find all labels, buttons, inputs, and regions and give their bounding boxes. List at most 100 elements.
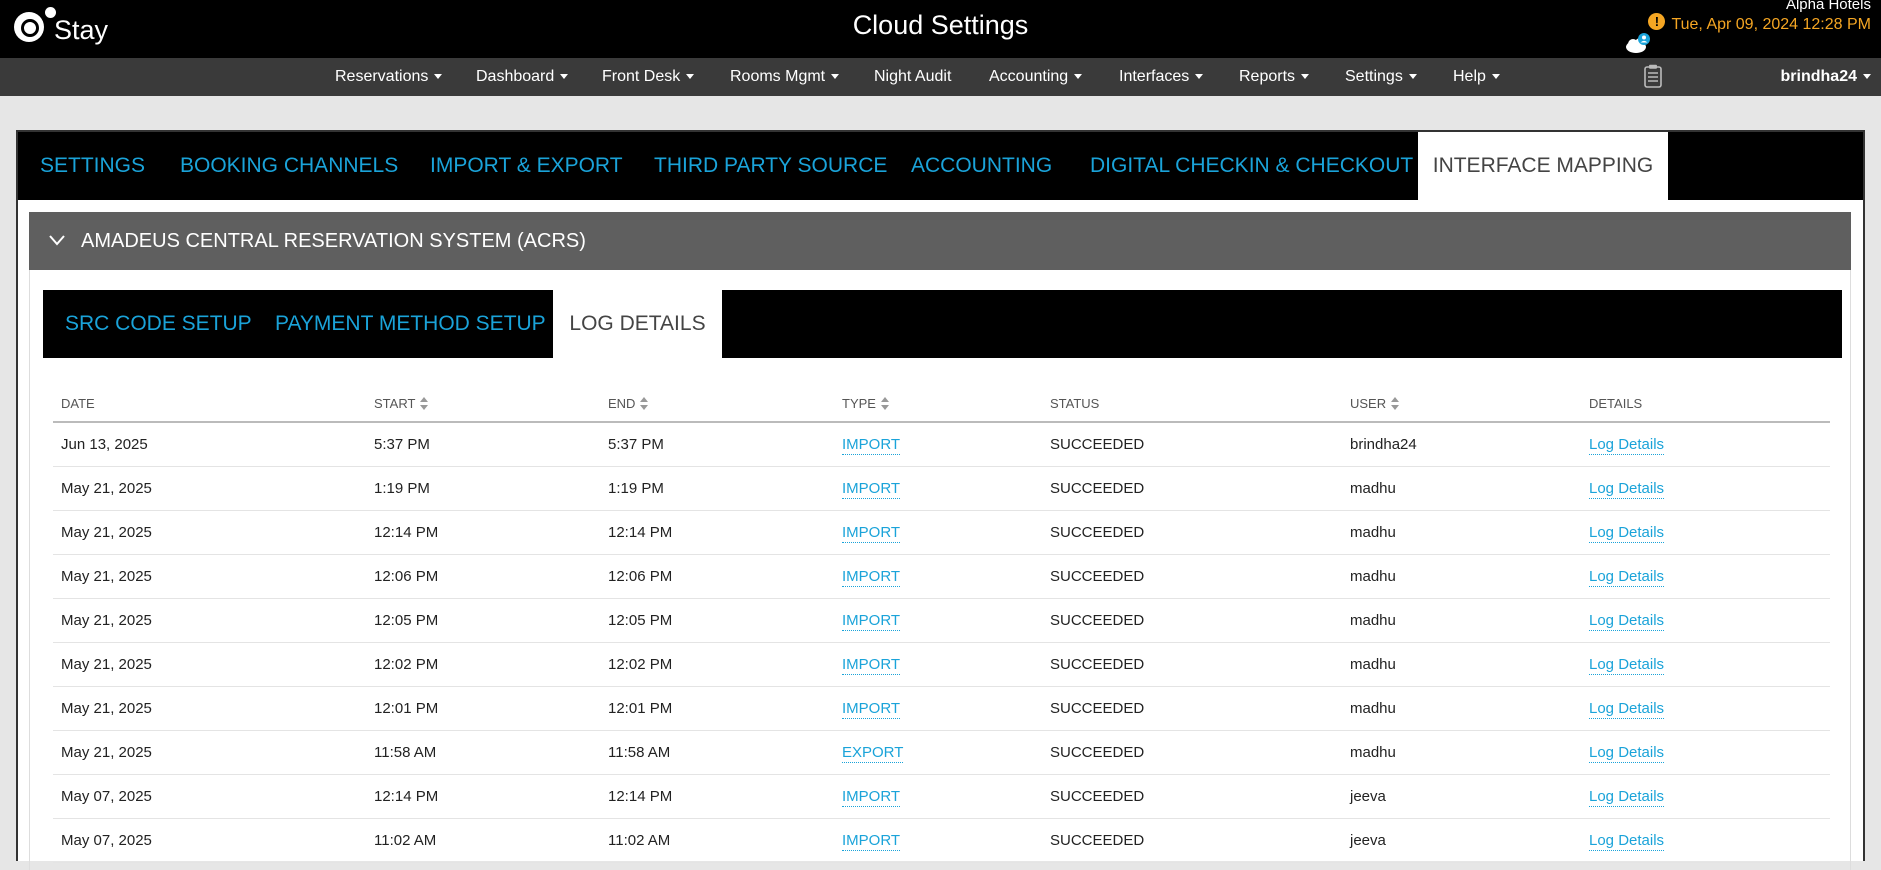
alert-icon[interactable]: !: [1648, 12, 1666, 30]
table-row: May 21, 2025 1:19 PM 1:19 PM IMPORT SUCC…: [53, 467, 1830, 511]
cell-user: madhu: [1350, 480, 1396, 497]
cell-status: SUCCEEDED: [1050, 612, 1145, 629]
nav-item-night-audit[interactable]: Night Audit: [874, 58, 951, 96]
top-bar: Stay Cloud Settings Alpha Hotels ! Tue, …: [0, 0, 1881, 58]
cell-start: 12:14 PM: [374, 524, 439, 541]
log-details-link[interactable]: Log Details: [1589, 524, 1665, 543]
type-link[interactable]: IMPORT: [842, 568, 901, 587]
type-link[interactable]: IMPORT: [842, 788, 901, 807]
cell-end: 12:02 PM: [608, 656, 673, 673]
log-details-link[interactable]: Log Details: [1589, 480, 1665, 499]
log-details-link[interactable]: Log Details: [1589, 568, 1665, 587]
cell-user: jeeva: [1350, 788, 1386, 805]
cell-start: 12:14 PM: [374, 788, 439, 805]
sort-icon: [880, 397, 889, 410]
nav-item-interfaces[interactable]: Interfaces: [1119, 58, 1204, 96]
datetime-row: ! Tue, Apr 09, 2024 12:28 PM: [1648, 12, 1871, 34]
tab-src-code-setup[interactable]: SRC CODE SETUP: [65, 290, 252, 358]
cell-status: SUCCEEDED: [1050, 788, 1145, 805]
type-link[interactable]: IMPORT: [842, 480, 901, 499]
type-link[interactable]: IMPORT: [842, 524, 901, 543]
cell-date: May 21, 2025: [61, 568, 152, 585]
caret-down-icon: [1408, 74, 1417, 80]
chevron-down-icon: [49, 235, 65, 246]
tab-interface-mapping[interactable]: INTERFACE MAPPING: [1418, 132, 1668, 200]
log-details-link[interactable]: Log Details: [1589, 656, 1665, 675]
cell-end: 12:06 PM: [608, 568, 673, 585]
cell-start: 11:02 AM: [374, 832, 437, 849]
tab-booking-channels[interactable]: BOOKING CHANNELS: [180, 132, 398, 200]
type-link[interactable]: IMPORT: [842, 832, 901, 851]
log-details-link[interactable]: Log Details: [1589, 612, 1665, 631]
cell-status: SUCCEEDED: [1050, 700, 1145, 717]
cell-start: 12:05 PM: [374, 612, 439, 629]
tab-accounting[interactable]: ACCOUNTING: [911, 132, 1052, 200]
cell-status: SUCCEEDED: [1050, 436, 1145, 453]
table-row: May 21, 2025 12:05 PM 12:05 PM IMPORT SU…: [53, 599, 1830, 643]
cell-end: 12:14 PM: [608, 788, 673, 805]
table-row: May 21, 2025 12:02 PM 12:02 PM IMPORT SU…: [53, 643, 1830, 687]
cell-status: SUCCEEDED: [1050, 568, 1145, 585]
nav-item-settings[interactable]: Settings: [1345, 58, 1417, 96]
cell-end: 12:14 PM: [608, 524, 673, 541]
log-details-link[interactable]: Log Details: [1589, 700, 1665, 719]
cell-date: May 21, 2025: [61, 524, 152, 541]
column-header-end[interactable]: END: [608, 396, 649, 411]
cell-start: 5:37 PM: [374, 436, 430, 453]
cell-status: SUCCEEDED: [1050, 656, 1145, 673]
cell-date: May 21, 2025: [61, 656, 152, 673]
cell-user: madhu: [1350, 568, 1396, 585]
log-details-link[interactable]: Log Details: [1589, 788, 1665, 807]
table-header: DATE START END TYPE STATUS USER DETAILS: [53, 380, 1830, 423]
type-link[interactable]: IMPORT: [842, 436, 901, 455]
interface-subtabs: SRC CODE SETUP PAYMENT METHOD SETUP LOG …: [43, 290, 1842, 358]
tab-digital-checkin-checkout[interactable]: DIGITAL CHECKIN & CHECKOUT: [1090, 132, 1413, 200]
sort-icon: [420, 397, 429, 410]
type-link[interactable]: IMPORT: [842, 612, 901, 631]
caret-down-icon: [560, 74, 569, 80]
cell-end: 5:37 PM: [608, 436, 664, 453]
column-header-status: STATUS: [1050, 396, 1100, 411]
hotel-name[interactable]: Alpha Hotels: [1786, 0, 1871, 13]
clipboard-icon[interactable]: [1644, 64, 1662, 88]
log-details-link[interactable]: Log Details: [1589, 832, 1665, 851]
nav-item-front-desk[interactable]: Front Desk: [602, 58, 695, 96]
nav-item-reservations[interactable]: Reservations: [335, 58, 443, 96]
nav-item-help[interactable]: Help: [1453, 58, 1500, 96]
cell-date: May 21, 2025: [61, 744, 152, 761]
cloud-user-icon[interactable]: [1625, 32, 1651, 54]
cell-start: 12:01 PM: [374, 700, 439, 717]
caret-down-icon: [1863, 74, 1871, 80]
type-link[interactable]: IMPORT: [842, 700, 901, 719]
type-link[interactable]: EXPORT: [842, 744, 904, 763]
caret-down-icon: [686, 74, 695, 80]
caret-down-icon: [831, 74, 840, 80]
user-menu[interactable]: brindha24: [1781, 58, 1871, 96]
business-datetime: Tue, Apr 09, 2024 12:28 PM: [1671, 16, 1871, 33]
column-header-user[interactable]: USER: [1350, 396, 1400, 411]
cell-start: 12:02 PM: [374, 656, 439, 673]
page-title: Cloud Settings: [852, 10, 1029, 40]
tab-payment-method-setup[interactable]: PAYMENT METHOD SETUP: [275, 290, 546, 358]
nav-item-dashboard[interactable]: Dashboard: [476, 58, 569, 96]
tab-log-details[interactable]: LOG DETAILS: [553, 290, 722, 358]
column-header-type[interactable]: TYPE: [842, 396, 889, 411]
log-table: DATE START END TYPE STATUS USER DETAILS …: [53, 380, 1830, 863]
cell-start: 1:19 PM: [374, 480, 430, 497]
nav-item-reports[interactable]: Reports: [1239, 58, 1310, 96]
cell-end: 12:01 PM: [608, 700, 673, 717]
accordion-header-acrs[interactable]: AMADEUS CENTRAL RESERVATION SYSTEM (ACRS…: [29, 212, 1851, 270]
column-header-start[interactable]: START: [374, 396, 429, 411]
cell-start: 11:58 AM: [374, 744, 437, 761]
log-details-link[interactable]: Log Details: [1589, 744, 1665, 763]
sort-icon: [640, 397, 649, 410]
tab-import-export[interactable]: IMPORT & EXPORT: [430, 132, 623, 200]
cell-status: SUCCEEDED: [1050, 744, 1145, 761]
nav-item-accounting[interactable]: Accounting: [989, 58, 1083, 96]
tab-settings[interactable]: SETTINGS: [40, 132, 145, 200]
log-details-link[interactable]: Log Details: [1589, 436, 1665, 455]
tab-third-party-source[interactable]: THIRD PARTY SOURCE: [654, 132, 887, 200]
cell-user: madhu: [1350, 612, 1396, 629]
type-link[interactable]: IMPORT: [842, 656, 901, 675]
nav-item-rooms-mgmt[interactable]: Rooms Mgmt: [730, 58, 840, 96]
